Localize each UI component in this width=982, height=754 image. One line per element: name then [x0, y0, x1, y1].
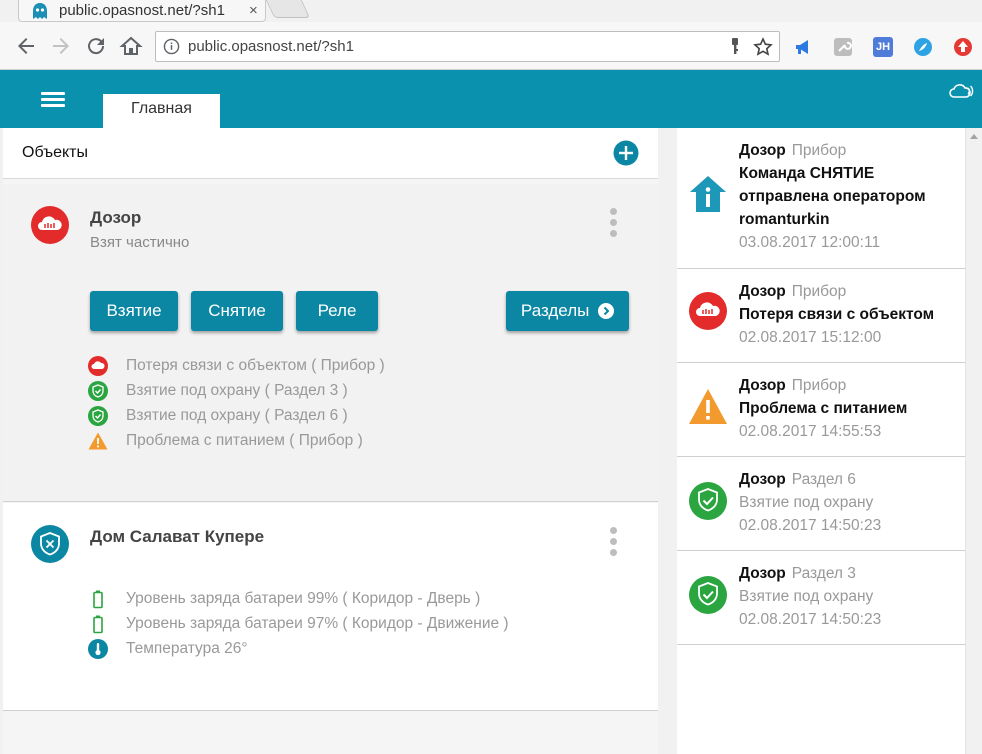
feed-time: 02.08.2017 14:50:23 [739, 611, 882, 628]
shield-disarmed-icon [31, 525, 69, 563]
feed-message: Команда СНЯТИЕ отправлена оператором rom… [739, 165, 926, 228]
feed-object: Дозор [739, 283, 786, 300]
partitions-button[interactable]: Разделы [506, 291, 629, 331]
scroll-up-arrow-icon[interactable] [970, 134, 978, 139]
feed-item[interactable]: Дозор Раздел 6 Взятие под охрану 02.08.20… [677, 457, 965, 551]
feed-time: 02.08.2017 15:12:00 [739, 329, 882, 346]
object-card[interactable]: Дозор Взят частично Взятие Снятие Реле Р… [3, 184, 658, 502]
add-object-icon[interactable] [613, 140, 639, 166]
tab-main[interactable]: Главная [103, 94, 220, 128]
thermometer-icon [88, 639, 108, 659]
browser-tabstrip: public.opasnost.net/?sh1 × [0, 0, 982, 22]
info-icon [690, 176, 726, 212]
event-text: Температура 26° [126, 640, 248, 657]
bookmark-star-icon[interactable] [753, 37, 773, 57]
feather-icon[interactable] [913, 37, 933, 57]
feed-message: Проблема с питанием [739, 400, 908, 417]
address-bar[interactable]: public.opasnost.net/?sh1 [155, 31, 780, 62]
feed-message: Потеря связи с объектом [739, 306, 935, 323]
feed-item[interactable]: Дозор Прибор Потеря связи с объектом 02.0… [677, 269, 965, 363]
browser-toolbar: public.opasnost.net/?sh1 JH [0, 22, 982, 70]
jh-icon[interactable]: JH [873, 37, 893, 57]
event-text: Взятие под охрану ( Раздел 3 ) [126, 382, 348, 399]
feed-time: 03.08.2017 12:00:11 [739, 234, 881, 251]
up-arrow-icon[interactable] [953, 37, 973, 57]
browser-tab[interactable]: public.opasnost.net/?sh1 × [18, 0, 266, 22]
address-url[interactable]: public.opasnost.net/?sh1 [188, 38, 354, 55]
cloud-lost-icon [88, 356, 108, 376]
more-options-icon[interactable] [606, 208, 620, 240]
objects-header: Объекты [3, 128, 658, 179]
feed-item[interactable]: Дозор Прибор Проблема с питанием 02.08.20… [677, 363, 965, 457]
event-text: Уровень заряда батареи 97% ( Коридор - Д… [126, 615, 509, 632]
arm-button[interactable]: Взятие [90, 291, 178, 331]
feed-time: 02.08.2017 14:55:53 [739, 423, 882, 440]
warning-icon [88, 432, 108, 450]
battery-icon [93, 590, 103, 609]
objects-title: Объекты [22, 144, 88, 161]
event-text: Взятие под охрану ( Раздел 6 ) [126, 407, 348, 424]
feed-item[interactable]: Дозор Раздел 3 Взятие под охрану 02.08.20… [677, 551, 965, 645]
feed-source: Раздел 6 [791, 471, 856, 488]
shield-check-icon [689, 482, 727, 520]
jh-icon-label: JH [875, 41, 891, 53]
partitions-label: Разделы [520, 301, 590, 320]
reload-icon[interactable] [84, 34, 108, 58]
feed-item-header: Дозор Прибор [739, 142, 846, 160]
feed-object: Дозор [739, 565, 786, 582]
object-card[interactable]: Дом Салават Купере Уровень заряда батаре… [3, 503, 658, 711]
tab-title: public.opasnost.net/?sh1 [59, 2, 225, 19]
object-name: Дозор [90, 208, 142, 227]
back-icon[interactable] [14, 34, 38, 58]
feed-scrollbar[interactable] [965, 128, 982, 754]
objects-panel: Объекты Дозор Взят частично Взятие Сняти… [3, 128, 658, 754]
feed-object: Дозор [739, 142, 786, 159]
home-icon[interactable] [119, 34, 143, 58]
chevron-right-circle-icon [598, 303, 615, 319]
feed-item-header: Дозор Раздел 6 [739, 471, 856, 489]
feed-message: Взятие под охрану [739, 494, 874, 511]
shield-check-icon [689, 576, 727, 614]
new-tab-button[interactable] [265, 0, 311, 18]
battery-icon [93, 615, 103, 634]
tab-close-icon[interactable]: × [249, 2, 258, 19]
menu-icon[interactable] [41, 92, 65, 108]
relay-button[interactable]: Реле [296, 291, 378, 331]
cloud-lost-icon [689, 292, 727, 330]
event-text: Уровень заряда батареи 99% ( Коридор - Д… [126, 590, 481, 607]
feed-object: Дозор [739, 471, 786, 488]
cloud-connection-icon [949, 84, 974, 98]
event-text: Потеря связи с объектом ( Прибор ) [126, 357, 385, 374]
ghost-favicon-icon [33, 3, 47, 19]
feed-item[interactable]: Дозор Прибор Команда СНЯТИЕ отправлена оп… [677, 128, 965, 269]
feed-source: Прибор [791, 283, 847, 300]
feed-source: Прибор [791, 377, 847, 394]
feed-object: Дозор [739, 377, 786, 394]
feed-source: Прибор [791, 142, 847, 159]
feed-item-header: Дозор Прибор [739, 283, 846, 301]
shield-check-icon [88, 406, 108, 426]
shield-check-icon [88, 381, 108, 401]
more-options-icon[interactable] [606, 527, 620, 559]
event-feed: Дозор Прибор Команда СНЯТИЕ отправлена оп… [677, 128, 965, 754]
feed-item-header: Дозор Прибор [739, 377, 846, 395]
feed-source: Раздел 3 [791, 565, 856, 582]
feed-time: 02.08.2017 14:50:23 [739, 517, 882, 534]
disarm-button[interactable]: Снятие [191, 291, 283, 331]
feed-item-header: Дозор Раздел 3 [739, 565, 856, 583]
object-status: Взят частично [90, 234, 190, 251]
feed-message: Взятие под охрану [739, 588, 874, 605]
cloud-lost-icon [31, 206, 69, 244]
bullhorn-icon[interactable] [793, 37, 813, 57]
key-icon[interactable] [726, 37, 744, 55]
wrench-icon[interactable] [833, 37, 853, 57]
warning-icon [689, 389, 727, 424]
app-header: Главная [0, 70, 982, 128]
site-info-icon[interactable] [163, 38, 180, 55]
forward-icon[interactable] [49, 34, 73, 58]
event-text: Проблема с питанием ( Прибор ) [126, 432, 363, 449]
object-name: Дом Салават Купере [90, 527, 265, 546]
